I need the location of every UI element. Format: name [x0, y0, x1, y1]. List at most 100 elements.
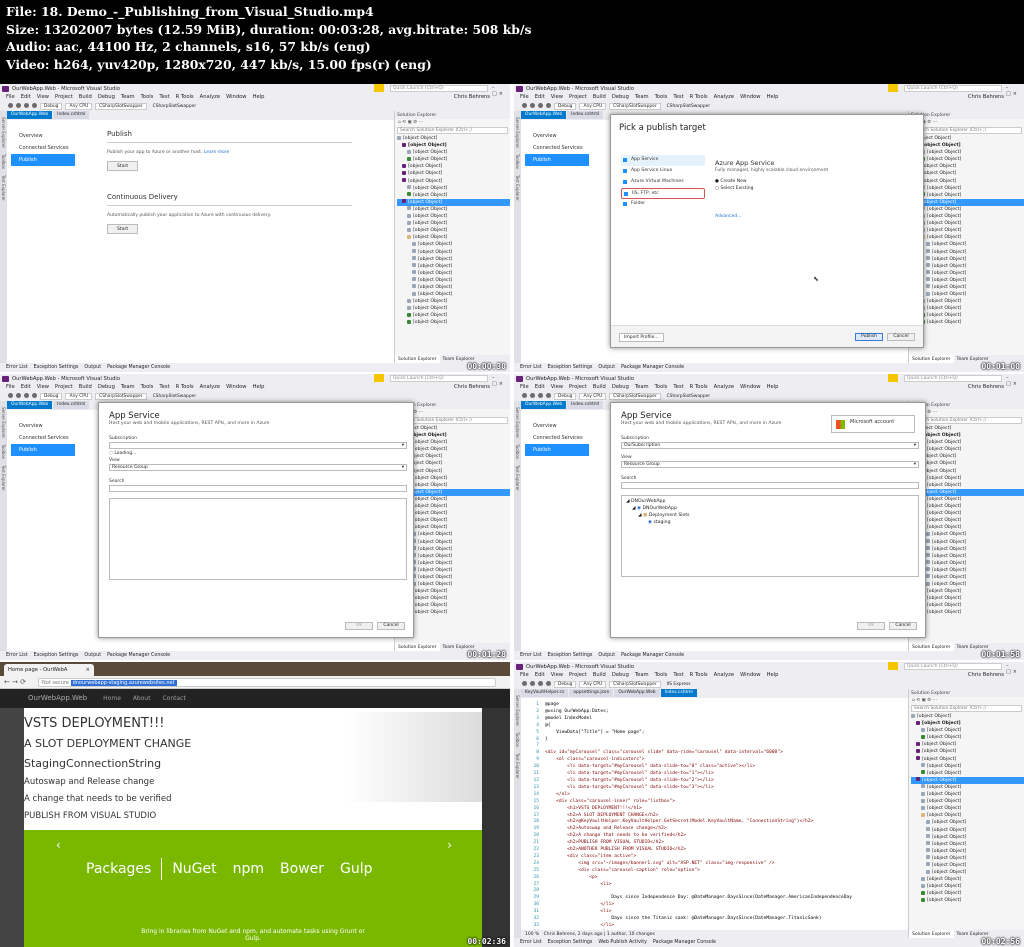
startup-project-select[interactable]: CSharpSlotSwapper: [95, 392, 147, 400]
tree-item[interactable]: [object Object]: [911, 855, 1024, 862]
menu-item-analyze[interactable]: Analyze: [200, 94, 220, 100]
menu-item-project[interactable]: Project: [569, 384, 587, 390]
toolbar-action-icon[interactable]: [522, 102, 527, 108]
window-controls-icon[interactable]: –□×: [492, 85, 508, 97]
menu-item-window[interactable]: Window: [740, 384, 760, 390]
platform-select[interactable]: Any CPU: [579, 392, 607, 400]
notification-flag-icon[interactable]: [888, 662, 898, 670]
tree-item[interactable]: [object Object]: [911, 841, 1024, 848]
menu-item-debug[interactable]: Debug: [98, 94, 115, 100]
tree-item[interactable]: [object Object]: [911, 305, 1024, 312]
tree-resource-group[interactable]: ◢ DNOurWebApp: [626, 498, 914, 505]
menu-item-file[interactable]: File: [520, 94, 529, 100]
solution-explorer-toolbar-icon[interactable]: ⌂ ⟲ ▣ ⚙ ⋯: [395, 119, 510, 127]
tree-item[interactable]: [object Object]: [911, 517, 1024, 524]
tree-staging[interactable]: ◉ staging: [626, 519, 914, 526]
menu-item-window[interactable]: Window: [740, 94, 760, 100]
nav-overview[interactable]: Overview: [525, 420, 589, 432]
startup-project-select[interactable]: CSharpSlotSwapper: [609, 392, 661, 400]
code-line[interactable]: 3 @model IndexModel: [521, 716, 908, 723]
tree-item[interactable]: [object Object]: [397, 270, 510, 277]
side-tab[interactable]: Server Explorer: [515, 117, 520, 148]
tree-item[interactable]: [object Object]: [397, 149, 510, 156]
nav-connected-services[interactable]: Connected Services: [525, 432, 589, 444]
menu-item-window[interactable]: Window: [226, 94, 246, 100]
nav-connected-services[interactable]: Connected Services: [11, 432, 75, 444]
account-box[interactable]: Microsoft account: [831, 415, 915, 433]
solution-explorer-toolbar-icon[interactable]: ⌂ ⟲ ▣ ⚙ ⋯: [909, 409, 1024, 417]
bottom-tab[interactable]: Package Manager Console: [621, 365, 684, 370]
browser-tab[interactable]: Home page - OurWebA ×: [4, 664, 94, 676]
code-line[interactable]: 12 <li data-target="#myCarousel" data-sl…: [521, 778, 908, 785]
solution-explorer-toolbar-icon[interactable]: ⌂ ⟲ ▣ ⚙ ⋯: [909, 697, 1024, 705]
run-button[interactable]: IIS Express: [664, 682, 694, 689]
tree-item[interactable]: [object Object]: [911, 496, 1024, 503]
menu-item-debug[interactable]: Debug: [612, 672, 629, 678]
tree-item[interactable]: [object Object]: [397, 220, 510, 227]
bottom-tab[interactable]: Output: [598, 653, 615, 658]
menu-item-tools[interactable]: Tools: [141, 384, 154, 390]
menu-item-help[interactable]: Help: [253, 94, 265, 100]
code-line[interactable]: 25 <div class="carousel-caption" role="o…: [521, 868, 908, 875]
code-line[interactable]: 16 <h1>VSTS DEPLOYMENT!!!</h1>: [521, 806, 908, 813]
tree-item[interactable]: [object Object]: [911, 439, 1024, 446]
menu-item-build[interactable]: Build: [79, 384, 92, 390]
user-name[interactable]: Chris Behrens: [968, 94, 1004, 100]
bottom-tab[interactable]: Web Publish Activity: [598, 940, 647, 945]
address-bar[interactable]: Not secure dnourwebapp-staging.azurewebs…: [38, 678, 496, 687]
nav-publish[interactable]: Publish: [11, 154, 75, 166]
tree-item[interactable]: [object Object]: [911, 609, 1024, 616]
side-tab[interactable]: Server Explorer: [515, 407, 520, 438]
tree-item[interactable]: [object Object]: [397, 312, 510, 319]
menu-item-test[interactable]: Test: [673, 384, 683, 390]
tree-item[interactable]: [object Object]: [911, 425, 1024, 432]
menu-item-analyze[interactable]: Analyze: [714, 384, 734, 390]
cancel-button[interactable]: Cancel: [377, 622, 405, 630]
platform-select[interactable]: Any CPU: [65, 392, 93, 400]
startup-project-select[interactable]: CSharpSlotSwapper: [609, 680, 661, 688]
menu-item-r-tools[interactable]: R Tools: [690, 384, 708, 390]
tree-item[interactable]: [object Object]: [911, 319, 1024, 326]
tree-item[interactable]: [object Object]: [397, 319, 510, 326]
side-tab[interactable]: Toolbox: [515, 732, 520, 747]
quick-launch-input[interactable]: Quick Launch (Ctrl+Q): [904, 375, 1002, 382]
menu-item-project[interactable]: Project: [55, 94, 73, 100]
tree-item[interactable]: [object Object]: [911, 163, 1024, 170]
tree-item[interactable]: [object Object]: [911, 256, 1024, 263]
tree-item[interactable]: [object Object]: [911, 834, 1024, 841]
tree-item[interactable]: [object Object]: [911, 453, 1024, 460]
tree-item[interactable]: [object Object]: [911, 284, 1024, 291]
menu-item-team[interactable]: Team: [635, 94, 649, 100]
tree-item[interactable]: [object Object]: [911, 170, 1024, 177]
menu-item-team[interactable]: Team: [121, 384, 135, 390]
cancel-button[interactable]: Cancel: [889, 622, 917, 630]
platform-select[interactable]: Any CPU: [579, 680, 607, 688]
tree-slots[interactable]: ◢ ■ Deployment Slots: [626, 512, 914, 519]
bottom-tab[interactable]: Error List: [520, 940, 542, 945]
nav-publish[interactable]: Publish: [525, 444, 589, 456]
menu-item-edit[interactable]: Edit: [21, 384, 31, 390]
code-line[interactable]: 27 <li>: [521, 882, 908, 889]
run-button[interactable]: CSharpSlotSwapper: [664, 394, 713, 401]
nav-publish[interactable]: Publish: [525, 154, 589, 166]
config-select[interactable]: Debug: [554, 680, 577, 688]
menu-item-file[interactable]: File: [520, 672, 529, 678]
tree-item[interactable]: [object Object]: [911, 560, 1024, 567]
code-line[interactable]: 6}: [521, 737, 908, 744]
quick-launch-input[interactable]: Quick Launch (Ctrl+Q): [390, 375, 488, 382]
window-controls-icon[interactable]: –□×: [492, 375, 508, 387]
tree-item[interactable]: [object Object]: [911, 539, 1024, 546]
side-tab[interactable]: Server Explorer: [515, 695, 520, 726]
cancel-button[interactable]: Cancel: [887, 333, 915, 341]
site-brand[interactable]: OurWebApp.Web: [28, 694, 87, 702]
side-tab[interactable]: Toolbox: [1, 154, 6, 169]
zoom-level[interactable]: 100 %: [525, 932, 539, 937]
side-tab[interactable]: Toolbox: [1, 444, 6, 459]
tree-item[interactable]: [object Object]: [397, 305, 510, 312]
tree-item[interactable]: [object Object]: [397, 156, 510, 163]
publish-button[interactable]: Publish: [855, 333, 883, 341]
menu-item-r-tools[interactable]: R Tools: [176, 384, 194, 390]
quick-launch-input[interactable]: Quick Launch (Ctrl+Q): [904, 85, 1002, 92]
tree-item[interactable]: [object Object]: [911, 756, 1024, 763]
tree-item[interactable]: [object Object]: [911, 897, 1024, 904]
